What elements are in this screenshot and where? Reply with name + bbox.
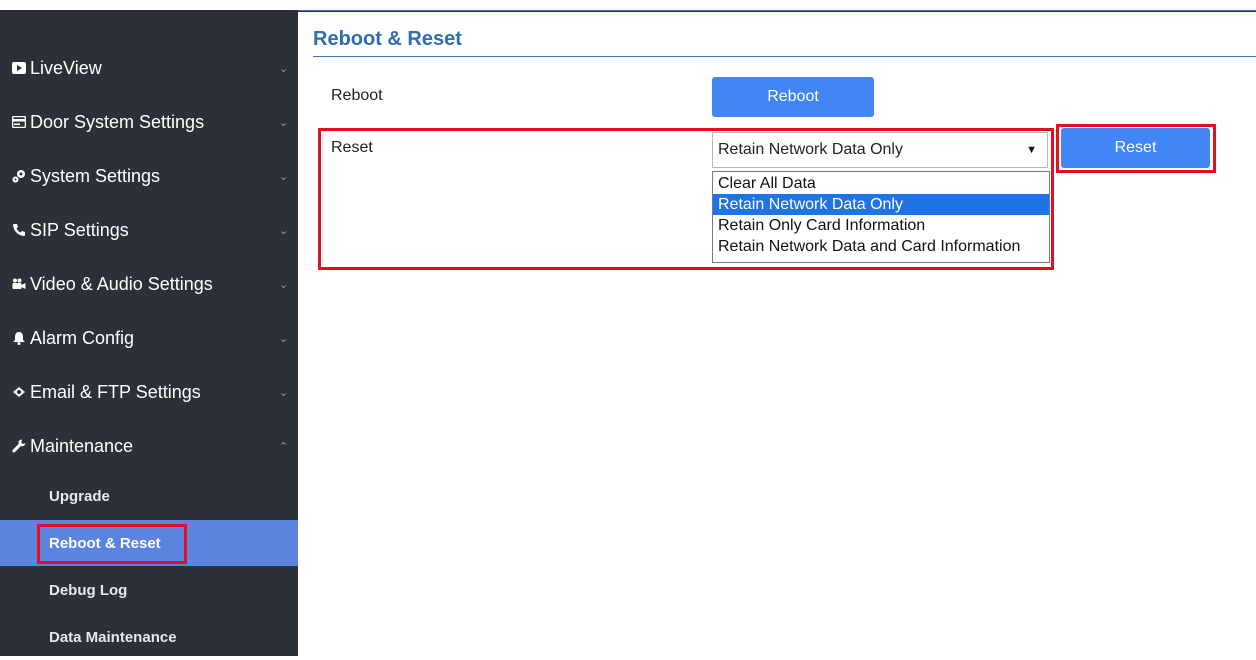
sidebar-item-label: Door System Settings: [30, 111, 205, 132]
chevron-down-icon: ⌄: [279, 386, 289, 399]
sidebar-item-label: Email & FTP Settings: [30, 381, 201, 402]
sidebar-item-label: LiveView: [30, 57, 102, 78]
chevron-down-icon: ⌄: [279, 170, 289, 183]
sidebar-subitem-upgrade[interactable]: Upgrade: [0, 473, 298, 519]
sidebar-subitem-label: Upgrade: [49, 487, 110, 505]
highlight-box-reset-button: [1056, 124, 1216, 173]
sidebar-item-sip-settings[interactable]: SIP Settings ⌄: [0, 212, 298, 248]
chevron-down-icon: ⌄: [279, 332, 289, 345]
page-title: Reboot & Reset: [313, 28, 462, 50]
reboot-label: Reboot: [331, 87, 383, 104]
sidebar-subitem-label: Debug Log: [49, 581, 128, 599]
sidebar-subitem-label: Data Maintenance: [49, 628, 177, 646]
phone-icon: [12, 223, 26, 237]
chevron-down-icon: ⌄: [279, 62, 289, 75]
sidebar-item-door-system-settings[interactable]: Door System Settings ⌄: [0, 104, 298, 140]
sidebar-item-label: System Settings: [30, 165, 161, 186]
card-icon: [12, 115, 26, 129]
sidebar-item-label: SIP Settings: [30, 219, 129, 240]
sidebar-subitem-data-maintenance[interactable]: Data Maintenance: [0, 614, 298, 660]
title-divider: [313, 56, 1256, 57]
sidebar-item-label: Video & Audio Settings: [30, 273, 213, 294]
cloud-icon: [12, 385, 26, 399]
chevron-down-icon: ⌄: [279, 278, 289, 291]
chevron-up-icon: ⌃: [279, 440, 289, 453]
sidebar-subitem-debug-log[interactable]: Debug Log: [0, 567, 298, 613]
video-camera-icon: [12, 277, 26, 291]
sidebar-item-email-ftp-settings[interactable]: Email & FTP Settings ⌄: [0, 374, 298, 410]
sidebar: LiveView ⌄ Door System Settings ⌄ System…: [0, 12, 298, 656]
chevron-down-icon: ⌄: [279, 224, 289, 237]
sidebar-item-maintenance[interactable]: Maintenance ⌃: [0, 428, 298, 464]
sidebar-item-alarm-config[interactable]: Alarm Config ⌄: [0, 320, 298, 356]
header-rule: [298, 10, 1256, 11]
highlight-box-reset-row: [318, 128, 1054, 270]
sidebar-item-label: Maintenance: [30, 435, 134, 456]
bell-icon: [12, 331, 26, 345]
reboot-button[interactable]: Reboot: [712, 77, 874, 117]
highlight-box-active-subitem: [37, 524, 187, 564]
sidebar-item-liveview[interactable]: LiveView ⌄: [0, 50, 298, 86]
gears-icon: [12, 169, 26, 183]
play-square-icon: [12, 61, 26, 75]
chevron-down-icon: ⌄: [279, 116, 289, 129]
sidebar-item-label: Alarm Config: [30, 327, 135, 348]
sidebar-item-system-settings[interactable]: System Settings ⌄: [0, 158, 298, 194]
wrench-icon: [12, 439, 26, 453]
sidebar-item-video-audio-settings[interactable]: Video & Audio Settings ⌄: [0, 266, 298, 302]
